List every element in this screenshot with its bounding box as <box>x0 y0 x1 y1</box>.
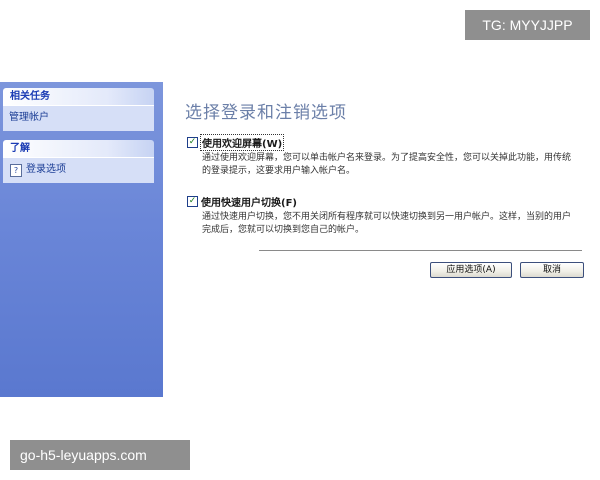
welcome-screen-label[interactable]: 使用欢迎屏幕(W) <box>199 134 285 151</box>
main-content: 选择登录和注销选项 ✓ 使用欢迎屏幕(W) 通过使用欢迎屏幕，您可以单击帐户名来… <box>163 82 600 397</box>
task-sidebar: 相关任务 管理帐户 了解 ? 登录选项 <box>0 82 163 397</box>
logon-options-label: 登录选项 <box>26 164 66 175</box>
apply-options-button[interactable]: 应用选项(A) <box>430 262 512 278</box>
related-tasks-panel: 相关任务 管理帐户 <box>3 88 154 131</box>
related-tasks-body: 管理帐户 <box>3 105 154 131</box>
manage-accounts-label: 管理帐户 <box>9 112 49 123</box>
watermark-top: TG: MYYJJPP <box>465 10 590 40</box>
welcome-screen-option: ✓ 使用欢迎屏幕(W) 通过使用欢迎屏幕，您可以单击帐户名来登录。为了提高安全性… <box>187 134 582 178</box>
fast-user-switching-option: ✓ 使用快速用户切换(F) 通过快速用户切换，您不用关闭所有程序就可以快速切换到… <box>187 195 582 237</box>
watermark-bottom: go-h5-leyuapps.com <box>10 440 190 470</box>
learn-about-body: ? 登录选项 <box>3 157 154 183</box>
welcome-screen-checkbox[interactable]: ✓ <box>187 137 198 148</box>
welcome-screen-description: 通过使用欢迎屏幕，您可以单击帐户名来登录。为了提高安全性，您可以关掉此功能，用传… <box>202 153 572 176</box>
related-tasks-header[interactable]: 相关任务 <box>3 88 154 105</box>
page-title: 选择登录和注销选项 <box>185 103 347 123</box>
learn-about-panel: 了解 ? 登录选项 <box>3 140 154 183</box>
fast-user-switching-label[interactable]: 使用快速用户切换(F) <box>201 194 297 209</box>
cancel-button[interactable]: 取消 <box>520 262 584 278</box>
divider <box>259 250 582 252</box>
help-icon: ? <box>10 163 22 177</box>
fast-user-switching-description: 通过快速用户切换，您不用关闭所有程序就可以快速切换到另一用户帐户。这样，当别的用… <box>202 212 572 235</box>
manage-accounts-link[interactable]: 管理帐户 <box>9 111 148 125</box>
fast-user-switching-checkbox[interactable]: ✓ <box>187 196 198 207</box>
logon-options-link[interactable]: ? 登录选项 <box>9 163 148 177</box>
learn-about-header[interactable]: 了解 <box>3 140 154 157</box>
